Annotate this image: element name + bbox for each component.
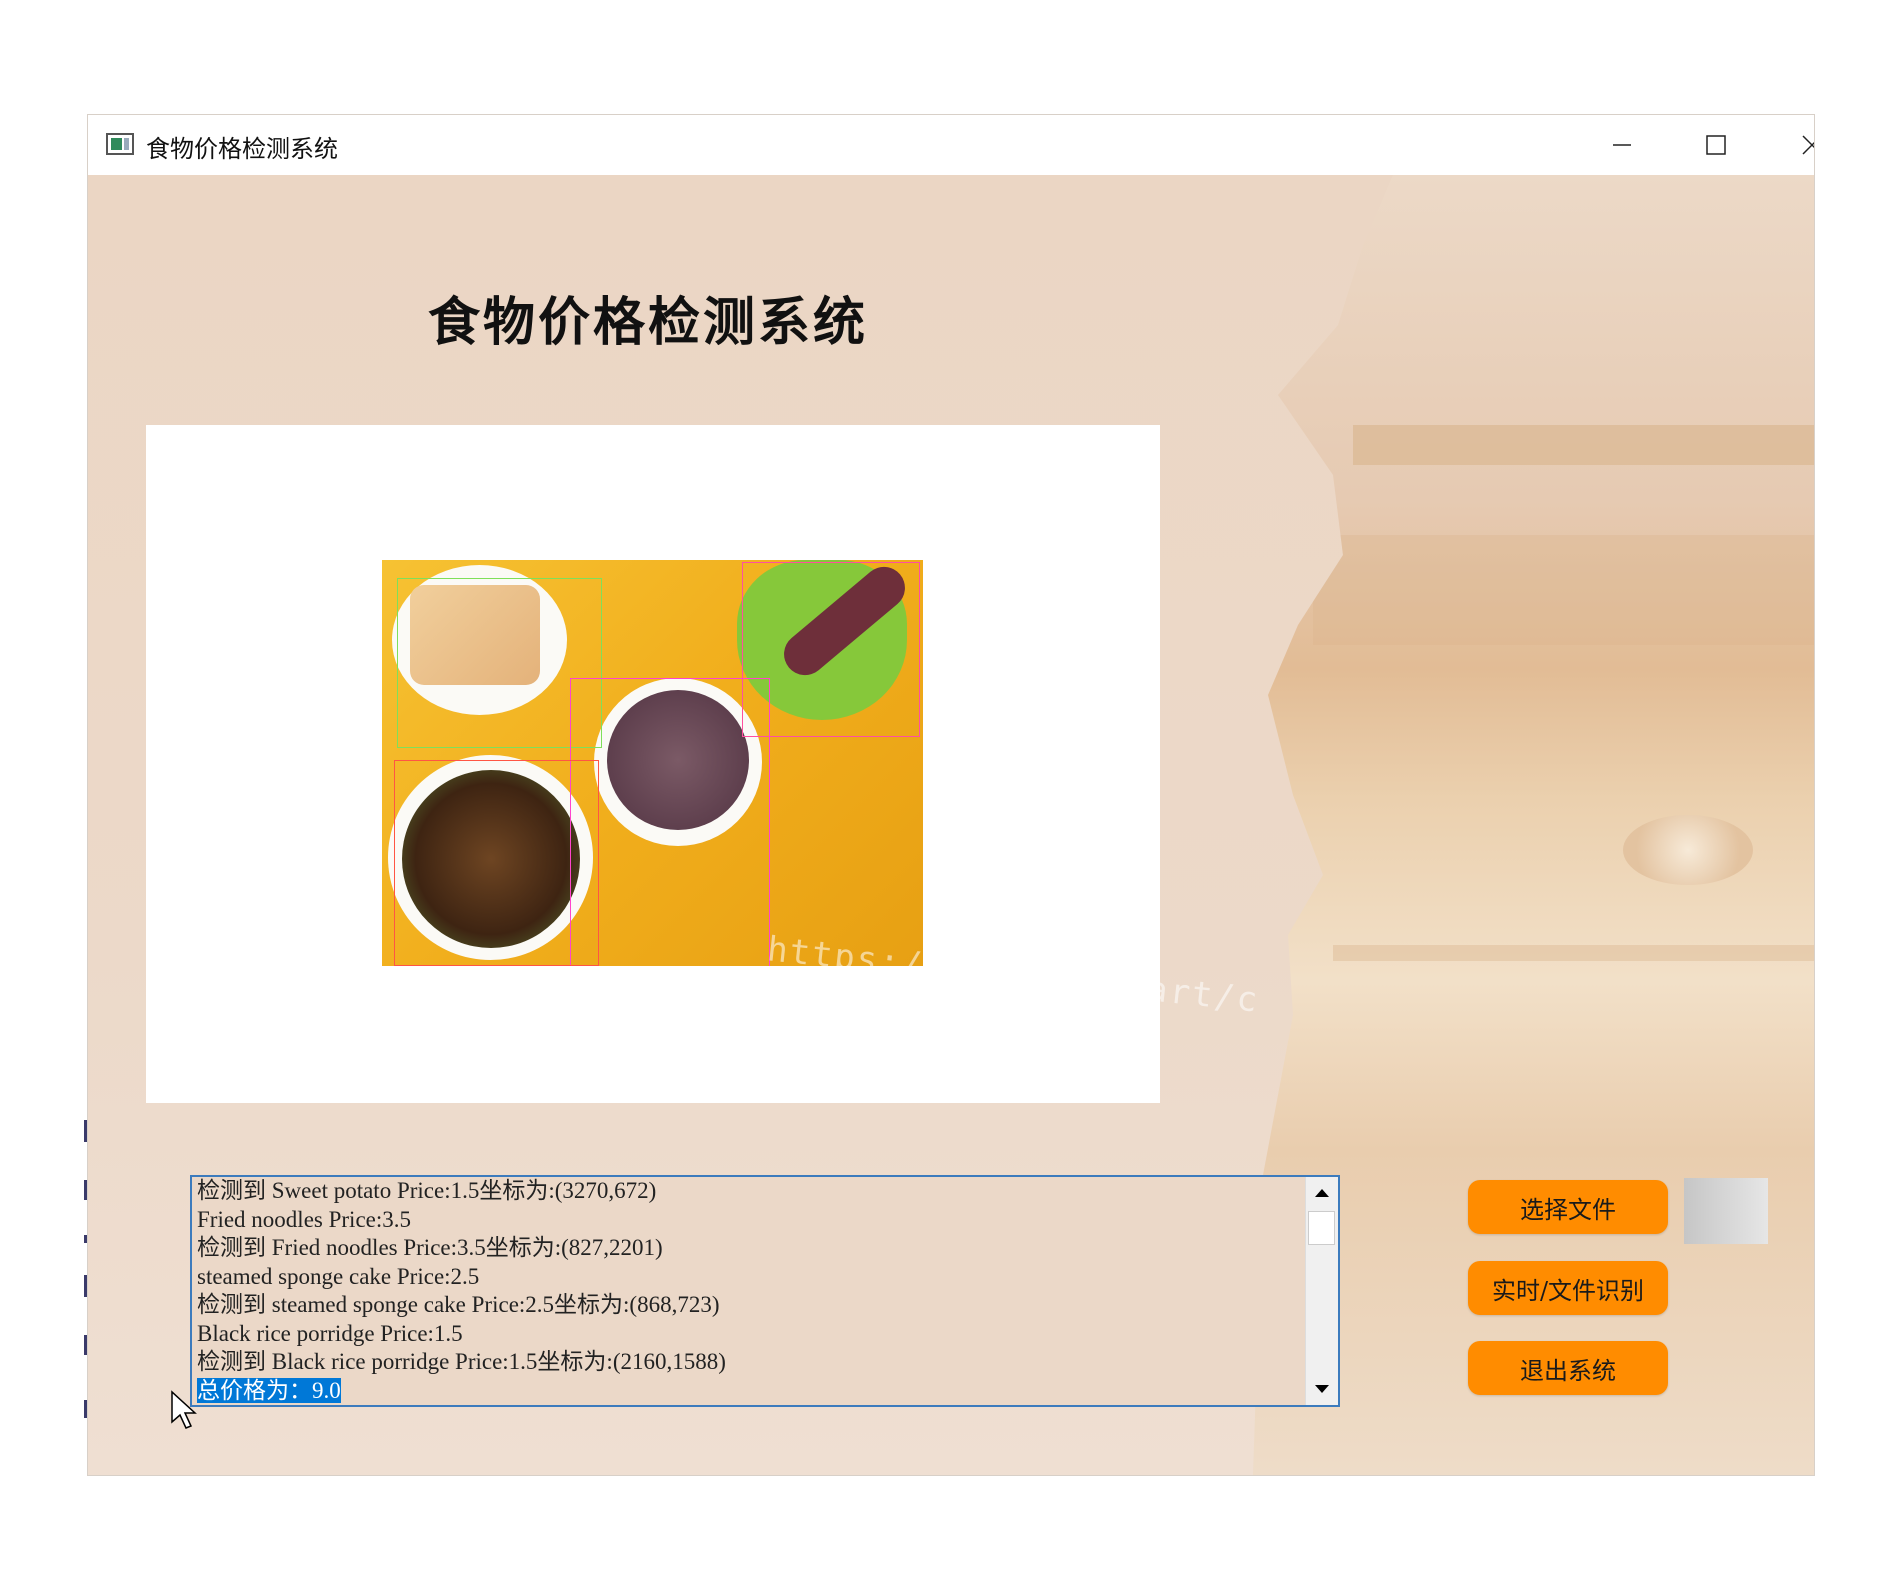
range-hood — [1353, 425, 1814, 465]
log-line: 检测到 Fried noodles Price:3.5坐标为:(827,2201… — [197, 1235, 663, 1260]
arrow-up-icon — [1315, 1189, 1329, 1197]
page-title: 食物价格检测系统 — [427, 293, 868, 353]
selected-text: 总价格为：9.0 — [197, 1377, 341, 1403]
maximize-icon — [1706, 135, 1726, 155]
range-hood-panel — [1313, 535, 1814, 645]
close-button[interactable] — [1782, 123, 1814, 167]
exit-system-button[interactable]: 退出系统 — [1468, 1341, 1668, 1395]
realtime-recognition-button[interactable]: 实时/文件识别 — [1468, 1261, 1668, 1315]
window-title: 食物价格检测系统 — [146, 135, 338, 163]
detection-box — [394, 760, 599, 966]
vertical-scrollbar[interactable] — [1305, 1177, 1338, 1405]
log-line: Black rice porridge Price:1.5 — [197, 1320, 463, 1346]
food-tray-image — [382, 560, 923, 966]
result-log-textbox[interactable]: 检测到 Sweet potato Price:1.5坐标为:(3270,672)… — [190, 1175, 1340, 1407]
total-price-line: 总价格为：9.0 — [197, 1377, 1304, 1406]
log-line: steamed sponge cake Price:2.5 — [197, 1263, 480, 1289]
mouse-cursor-icon — [171, 1390, 197, 1429]
pot — [1623, 815, 1753, 885]
detection-box — [570, 678, 770, 966]
client-area: 食物价格检测系统 https://mbd.6pen.art/c 检测到 Swee… — [88, 175, 1814, 1475]
grey-tile — [1684, 1178, 1768, 1244]
scroll-up-button[interactable] — [1306, 1177, 1338, 1209]
background-window-edge — [0, 120, 90, 1475]
log-line: 检测到 Sweet potato Price:1.5坐标为:(3270,672) — [197, 1178, 657, 1203]
maximize-button[interactable] — [1686, 123, 1746, 167]
image-display-panel: https://mbd.6pen.art/c — [146, 425, 1261, 1103]
select-file-button[interactable]: 选择文件 — [1468, 1180, 1668, 1234]
scroll-thumb[interactable] — [1308, 1211, 1335, 1245]
scroll-down-button[interactable] — [1306, 1373, 1338, 1405]
log-line: 检测到 steamed sponge cake Price:2.5坐标为:(86… — [197, 1292, 720, 1317]
title-bar[interactable]: 食物价格检测系统 — [88, 115, 1814, 175]
stove-top — [1333, 945, 1814, 961]
log-line: 检测到 Black rice porridge Price:1.5坐标为:(21… — [197, 1349, 726, 1374]
minimize-button[interactable] — [1592, 123, 1652, 167]
log-lines: 检测到 Sweet potato Price:1.5坐标为:(3270,672)… — [197, 1177, 1304, 1405]
watermark-text: https://mbd.6pen.art/c — [765, 929, 1262, 1021]
log-line: Fried noodles Price:3.5 — [197, 1206, 411, 1232]
minimize-icon — [1613, 144, 1631, 146]
app-window: 食物价格检测系统 食物价格检测系统 https://mbd.6pen.art/c… — [88, 115, 1814, 1475]
close-icon — [1802, 135, 1814, 155]
app-icon — [106, 133, 134, 155]
arrow-down-icon — [1315, 1385, 1329, 1393]
